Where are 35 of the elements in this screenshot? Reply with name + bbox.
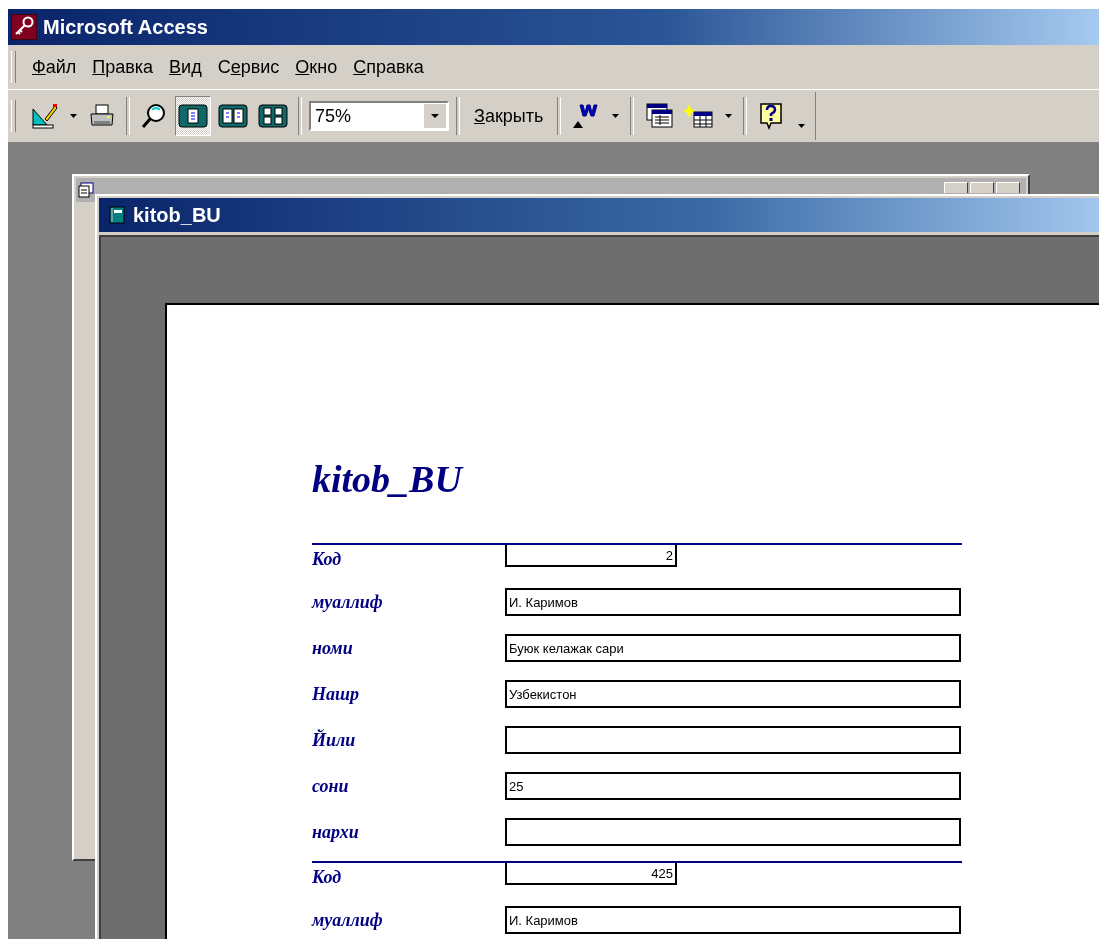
close-button[interactable]: Закрыть <box>467 96 551 136</box>
dropdown-arrow-icon[interactable] <box>798 124 806 128</box>
one-page-button[interactable] <box>175 96 211 136</box>
menu-item[interactable]: Сервис <box>209 53 288 81</box>
field-value-box: Узбекистон <box>505 680 961 708</box>
field-label: Нашр <box>312 683 360 705</box>
field-value-box: 2 <box>505 545 677 567</box>
report-icon <box>109 206 125 224</box>
menu-item[interactable]: Файл <box>24 53 85 81</box>
field-label: нархи <box>312 821 360 843</box>
field-label: номи <box>312 637 354 659</box>
zoom-combo-box[interactable]: 75% <box>309 101 449 131</box>
form-icon <box>78 182 94 198</box>
field-label: муаллиф <box>312 909 384 931</box>
menu-item[interactable]: Справка <box>345 53 432 81</box>
field-value-box: И. Каримов <box>505 906 961 934</box>
window-title: Microsoft Access <box>43 15 208 39</box>
field-value-box: 425 <box>505 863 677 885</box>
field-value-box: Буюк келажак сари <box>505 634 961 662</box>
dropdown-arrow-icon[interactable] <box>725 114 733 118</box>
key-icon <box>11 14 37 40</box>
report-title: kitob_BU <box>312 457 465 501</box>
menu-item[interactable]: Вид <box>161 53 210 81</box>
field-value-box: 25 <box>505 772 961 800</box>
field-label: Код <box>312 548 343 570</box>
window-title: kitob_BU <box>133 203 221 227</box>
menu-item[interactable]: Правка <box>84 53 162 81</box>
field-label: Йили <box>312 729 357 751</box>
field-value-box: И. Каримов <box>505 588 961 616</box>
field-label: муаллиф <box>312 591 384 613</box>
dropdown-arrow-icon[interactable] <box>70 114 77 118</box>
field-label: сони <box>312 775 350 797</box>
field-label: Код <box>312 866 343 888</box>
dropdown-arrow-icon[interactable] <box>612 114 620 118</box>
menu-item[interactable]: Окно <box>287 53 346 81</box>
